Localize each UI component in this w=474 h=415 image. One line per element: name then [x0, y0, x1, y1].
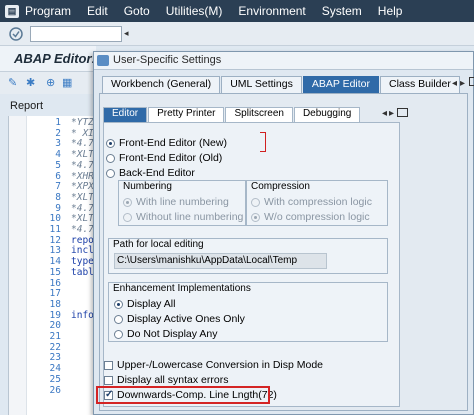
checkbox-display-syntax-errors[interactable]: Display all syntax errors [104, 374, 228, 386]
code-text[interactable]: *YTZ * XI *4.7 *XLT *4.7 *XHR *XPX *XLT *4.7 *XLT… [71, 117, 94, 332]
radio-button[interactable] [106, 168, 115, 178]
subtab-scroll-left-icon[interactable]: ◂ [382, 108, 387, 119]
subtab-scroll-controls: ◂ ▸ [382, 108, 408, 119]
radio-button[interactable] [114, 329, 123, 339]
checkbox-label: Upper-/Lowercase Conversion in Disp Mode [117, 359, 324, 371]
page-title: ABAP Editor: [14, 51, 96, 66]
dialog-title: User-Specific Settings [113, 54, 222, 66]
radio-label: Back-End Editor [119, 167, 195, 179]
menu-edit[interactable]: Edit [87, 4, 108, 18]
command-history-arrow-icon[interactable]: ◂ [124, 28, 129, 39]
checkbox-label: Display all syntax errors [117, 374, 229, 386]
subtab-pretty-printer[interactable]: Pretty Printer [148, 107, 225, 122]
radio-label: Front-End Editor (New) [119, 137, 227, 149]
red-highlight-box [96, 386, 270, 404]
display-change-icon[interactable]: ✎ [8, 76, 22, 90]
radio-button-selected [251, 212, 260, 222]
menu-environment[interactable]: Environment [238, 4, 305, 18]
radio-label: W/o compression logic [264, 211, 370, 223]
report-label: Report [10, 100, 44, 112]
code-line[interactable] [71, 321, 94, 332]
checkbox-upper-lowercase[interactable]: Upper-/Lowercase Conversion in Disp Mode [104, 359, 323, 371]
radio-button [251, 197, 260, 207]
command-field[interactable] [30, 25, 122, 42]
tab-list-icon[interactable] [469, 77, 474, 86]
subtab-debugging[interactable]: Debugging [293, 107, 361, 122]
code-editor[interactable]: 1 2 3 4 5 6 7 8 9 10 11 12 13 14 15 16 17 18 19 20 21 22 23 24 2… [8, 116, 96, 415]
line-numbers: 1 2 3 4 5 6 7 8 9 10 11 12 13 14 15 16 17 18 19 20 21 22 23 24 2… [27, 117, 61, 396]
menu-utilities[interactable]: Utilities(M) [166, 4, 223, 18]
radio-button-selected[interactable] [114, 299, 123, 309]
line-number: 26 [49, 384, 61, 396]
menu-goto[interactable]: Goto [124, 4, 150, 18]
radio-display-active-only[interactable]: Display Active Ones Only [114, 313, 245, 325]
radio-button-selected[interactable] [106, 138, 115, 148]
sub-tab-strip: Editor Pretty Printer Splitscreen Debugg… [103, 107, 361, 122]
radio-button-selected [123, 197, 132, 207]
tab-scroll-controls: ◂ ▸ [452, 77, 474, 89]
annotation-bracket [260, 132, 266, 152]
radio-label: With compression logic [264, 196, 372, 208]
tab-class-builder[interactable]: Class Builder [380, 76, 460, 93]
radio-button[interactable] [114, 314, 123, 324]
radio-back-end-editor[interactable]: Back-End Editor [106, 167, 195, 179]
standard-toolbar: ◂ [0, 22, 474, 46]
local-path-group-title: Path for local editing [109, 239, 387, 251]
line-number: 15 [49, 266, 61, 278]
where-used-icon[interactable]: ⊕ [46, 76, 60, 90]
activate-icon[interactable]: ✱ [26, 76, 40, 90]
tab-workbench-general[interactable]: Workbench (General) [102, 76, 221, 93]
code-line[interactable]: tabl [71, 267, 94, 279]
line-number: 25 [49, 373, 61, 385]
code-line[interactable]: *4.7 [71, 160, 94, 172]
radio-label: With line numbering [136, 196, 229, 208]
checkbox[interactable] [104, 375, 113, 385]
radio-label: Do Not Display Any [127, 328, 218, 340]
numbering-group-title: Numbering [119, 181, 245, 193]
menu-program[interactable]: Program [25, 4, 71, 18]
sap-menu-icon[interactable]: ▤ [5, 4, 19, 18]
radio-without-compression: W/o compression logic [251, 211, 370, 223]
radio-button[interactable] [106, 153, 115, 163]
checkbox[interactable] [104, 360, 113, 370]
enhancement-group-title: Enhancement Implementations [109, 283, 387, 295]
menu-bar: ▤ Program Edit Goto Utilities(M) Environ… [0, 0, 474, 22]
dialog-window-icon [97, 55, 109, 66]
radio-display-all[interactable]: Display All [114, 298, 175, 310]
radio-label: Display Active Ones Only [127, 313, 245, 325]
radio-front-end-editor-old[interactable]: Front-End Editor (Old) [106, 152, 222, 164]
subtab-editor[interactable]: Editor [103, 107, 148, 122]
line-number: 5 [55, 159, 61, 171]
radio-with-compression: With compression logic [251, 196, 372, 208]
tab-uml-settings[interactable]: UML Settings [221, 76, 302, 93]
menu-system[interactable]: System [322, 4, 362, 18]
enter-icon[interactable] [8, 26, 24, 42]
subtab-list-icon[interactable] [397, 108, 408, 117]
tab-scroll-right-icon[interactable]: ▸ [460, 78, 465, 89]
compression-group-title: Compression [247, 181, 387, 193]
radio-with-line-numbering: With line numbering [123, 196, 229, 208]
hierarchy-icon[interactable]: ▦ [62, 76, 76, 90]
radio-do-not-display[interactable]: Do Not Display Any [114, 328, 217, 340]
radio-front-end-editor-new[interactable]: Front-End Editor (New) [106, 137, 227, 149]
editor-gutter [9, 116, 27, 415]
subtab-splitscreen[interactable]: Splitscreen [225, 107, 293, 122]
radio-label: Without line numbering [136, 211, 244, 223]
dialog-title-bar[interactable]: User-Specific Settings [94, 52, 473, 70]
user-specific-settings-dialog: User-Specific Settings Workbench (Genera… [93, 51, 474, 415]
subtab-scroll-right-icon[interactable]: ▸ [389, 108, 394, 119]
tab-scroll-left-icon[interactable]: ◂ [452, 78, 457, 89]
radio-button [123, 212, 132, 222]
radio-label: Front-End Editor (Old) [119, 152, 223, 164]
main-tab-strip: Workbench (General) UML Settings ABAP Ed… [102, 76, 461, 93]
tab-abap-editor[interactable]: ABAP Editor [302, 76, 379, 93]
editor-toolbar: ✎ ✱ ⊕ ▦ [0, 72, 96, 94]
radio-without-line-numbering: Without line numbering [123, 211, 243, 223]
radio-label: Display All [127, 298, 176, 310]
editor-title-bar: ABAP Editor: [0, 46, 96, 72]
menu-help[interactable]: Help [378, 4, 403, 18]
local-path-field[interactable]: C:\Users\manishku\AppData\Local\Temp [114, 253, 327, 269]
